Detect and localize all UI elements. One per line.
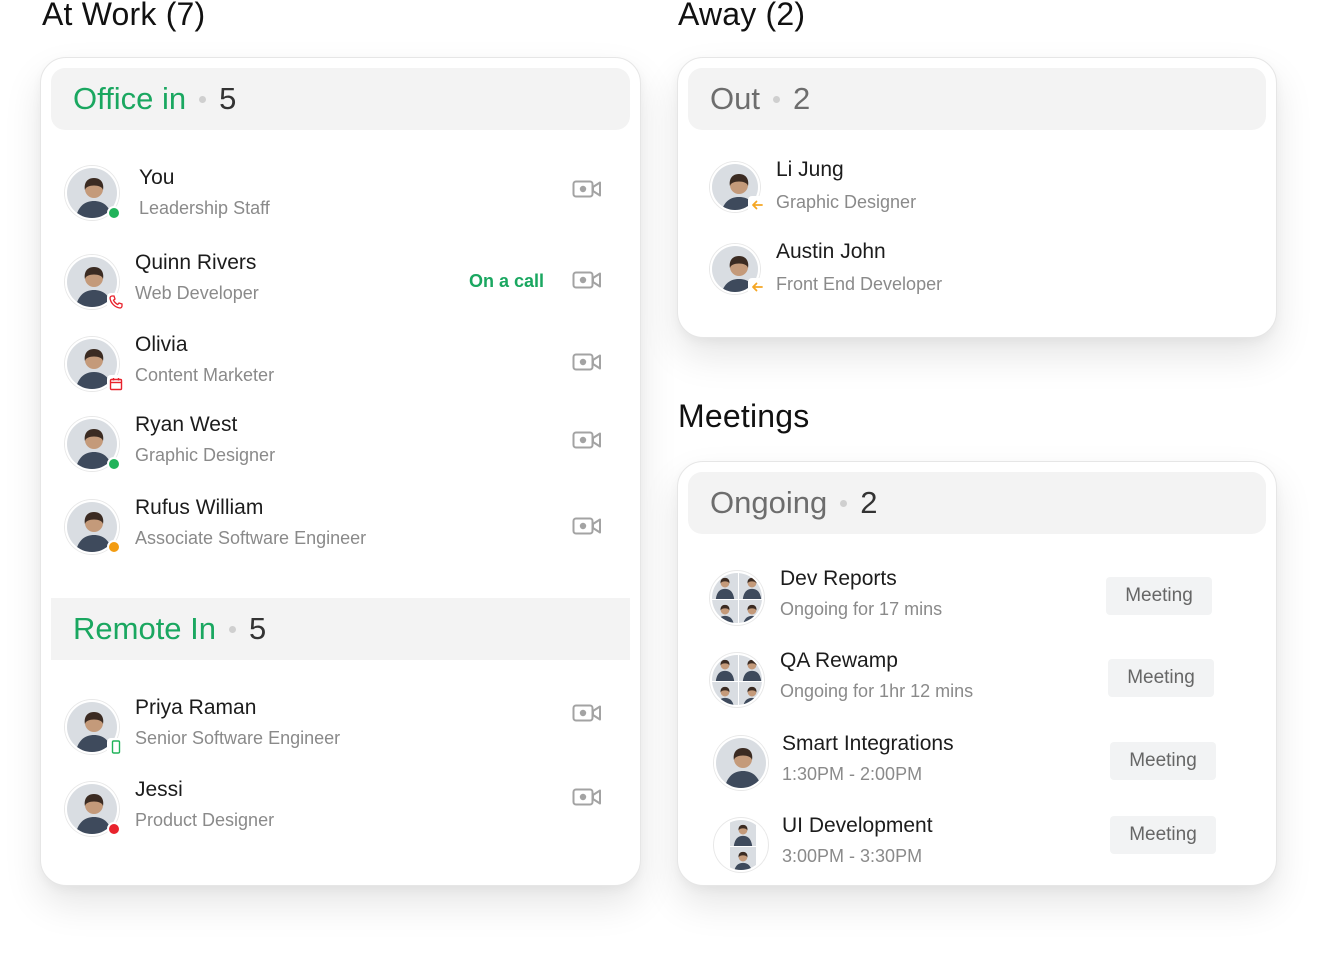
away-card: Out 2 Li Jung Graphic Designer Austin Jo… <box>677 57 1277 338</box>
office-in-count: 5 <box>219 81 237 116</box>
list-item-priya-raman[interactable]: Priya Raman Senior Software Engineer <box>65 696 616 760</box>
phone-icon <box>107 293 125 311</box>
separator-dot <box>772 95 780 103</box>
avatar[interactable] <box>65 337 125 393</box>
meeting-detail: 1:30PM - 2:00PM <box>782 764 923 784</box>
avatar[interactable] <box>710 244 766 296</box>
remote-in-header[interactable]: Remote In 5 <box>51 598 630 660</box>
person-role: Graphic Designer <box>135 445 276 465</box>
meeting-detail: Ongoing for 1hr 12 mins <box>780 681 974 701</box>
separator-dot <box>840 499 848 507</box>
meeting-item-ui-development[interactable]: UI Development 3:00PM - 3:30PM Meeting <box>714 814 1252 878</box>
avatar[interactable] <box>65 700 125 756</box>
list-item-li-jung[interactable]: Li Jung Graphic Designer <box>710 158 1252 222</box>
meeting-group-avatar <box>714 736 768 790</box>
person-name: Jessi <box>135 778 183 801</box>
avatar[interactable] <box>65 782 121 836</box>
office-in-header[interactable]: Office in 5 <box>51 68 630 130</box>
arrow-left-icon <box>748 278 766 296</box>
online-status-icon <box>107 457 121 471</box>
person-name: Olivia <box>135 333 188 356</box>
video-camera-icon[interactable] <box>572 178 602 200</box>
person-name: You <box>139 166 175 189</box>
ongoing-label: Ongoing <box>710 485 828 520</box>
out-count: 2 <box>792 81 811 116</box>
list-item-quinn-rivers[interactable]: Quinn Rivers Web Developer On a call <box>65 251 616 315</box>
on-call-status: On a call <box>468 271 544 291</box>
away-title: Away (2) <box>678 0 806 32</box>
avatar[interactable] <box>65 255 125 311</box>
person-name: Priya Raman <box>135 696 257 719</box>
person-name: Rufus William <box>135 496 264 519</box>
meeting-detail: Ongoing for 17 mins <box>780 599 943 619</box>
ongoing-count: 2 <box>860 485 878 520</box>
avatar[interactable] <box>65 500 121 554</box>
separator-dot <box>199 95 207 103</box>
person-role: Senior Software Engineer <box>135 728 341 748</box>
meeting-title: Smart Integrations <box>782 732 954 755</box>
meeting-title: QA Rewamp <box>780 649 898 672</box>
meeting-title: UI Development <box>782 814 933 837</box>
meeting-group-avatar <box>714 818 768 872</box>
away-status-icon <box>107 540 121 554</box>
person-name: Li Jung <box>776 158 844 181</box>
ongoing-header[interactable]: Ongoing 2 <box>688 472 1266 534</box>
meeting-group-avatar <box>710 571 764 625</box>
meeting-item-qa-rewamp[interactable]: QA Rewamp Ongoing for 1hr 12 mins Meetin… <box>710 649 1252 713</box>
video-camera-icon[interactable] <box>572 429 602 451</box>
person-name: Austin John <box>776 240 886 263</box>
list-item-olivia[interactable]: Olivia Content Marketer <box>65 333 616 397</box>
at-work-card: Office in 5 You Leadership Staff Quinn R… <box>40 57 641 886</box>
mobile-icon <box>107 738 125 756</box>
calendar-icon <box>107 375 125 393</box>
meeting-group-avatar <box>710 653 764 707</box>
meetings-card: Ongoing 2 Dev Reports Ongoing for 17 min… <box>677 461 1277 886</box>
list-item-jessi[interactable]: Jessi Product Designer <box>65 778 616 842</box>
meeting-item-dev-reports[interactable]: Dev Reports Ongoing for 17 mins Meeting <box>710 567 1252 631</box>
meeting-detail: 3:00PM - 3:30PM <box>782 846 923 866</box>
person-role: Product Designer <box>135 810 275 830</box>
remote-in-count: 5 <box>249 611 267 646</box>
list-item-rufus-william[interactable]: Rufus William Associate Software Enginee… <box>65 496 616 560</box>
avatar[interactable] <box>65 166 121 220</box>
person-name: Ryan West <box>135 413 238 436</box>
online-status-icon <box>107 206 121 220</box>
list-item-austin-john[interactable]: Austin John Front End Developer <box>710 240 1252 304</box>
person-role: Leadership Staff <box>139 198 270 218</box>
avatar[interactable] <box>65 417 121 471</box>
video-camera-icon[interactable] <box>572 702 602 724</box>
list-item-ryan-west[interactable]: Ryan West Graphic Designer <box>65 413 616 477</box>
video-camera-icon[interactable] <box>572 515 602 537</box>
list-item-you[interactable]: You Leadership Staff <box>65 162 616 226</box>
busy-status-icon <box>107 822 121 836</box>
meeting-title: Dev Reports <box>780 567 897 590</box>
video-camera-icon[interactable] <box>572 351 602 373</box>
meeting-item-smart-integrations[interactable]: Smart Integrations 1:30PM - 2:00PM Meeti… <box>714 732 1252 796</box>
video-camera-icon[interactable] <box>572 786 602 808</box>
arrow-left-icon <box>748 196 766 214</box>
remote-in-label: Remote In <box>73 611 217 646</box>
separator-dot <box>229 625 237 633</box>
person-role: Graphic Designer <box>776 192 917 212</box>
office-in-label: Office in <box>73 81 187 116</box>
meeting-button[interactable]: Meeting <box>1110 816 1216 854</box>
avatar[interactable] <box>710 162 766 214</box>
person-role: Content Marketer <box>135 365 275 385</box>
person-role: Front End Developer <box>776 274 943 294</box>
meeting-button[interactable]: Meeting <box>1108 659 1214 697</box>
meeting-button[interactable]: Meeting <box>1110 742 1216 780</box>
person-role: Associate Software Engineer <box>135 528 367 548</box>
person-role: Web Developer <box>135 283 259 303</box>
out-header[interactable]: Out 2 <box>688 68 1266 130</box>
out-label: Out <box>710 81 760 116</box>
video-camera-icon[interactable] <box>572 269 602 291</box>
person-name: Quinn Rivers <box>135 251 257 274</box>
at-work-title: At Work (7) <box>42 0 206 32</box>
meetings-title: Meetings <box>678 398 810 434</box>
meeting-button[interactable]: Meeting <box>1106 577 1212 615</box>
